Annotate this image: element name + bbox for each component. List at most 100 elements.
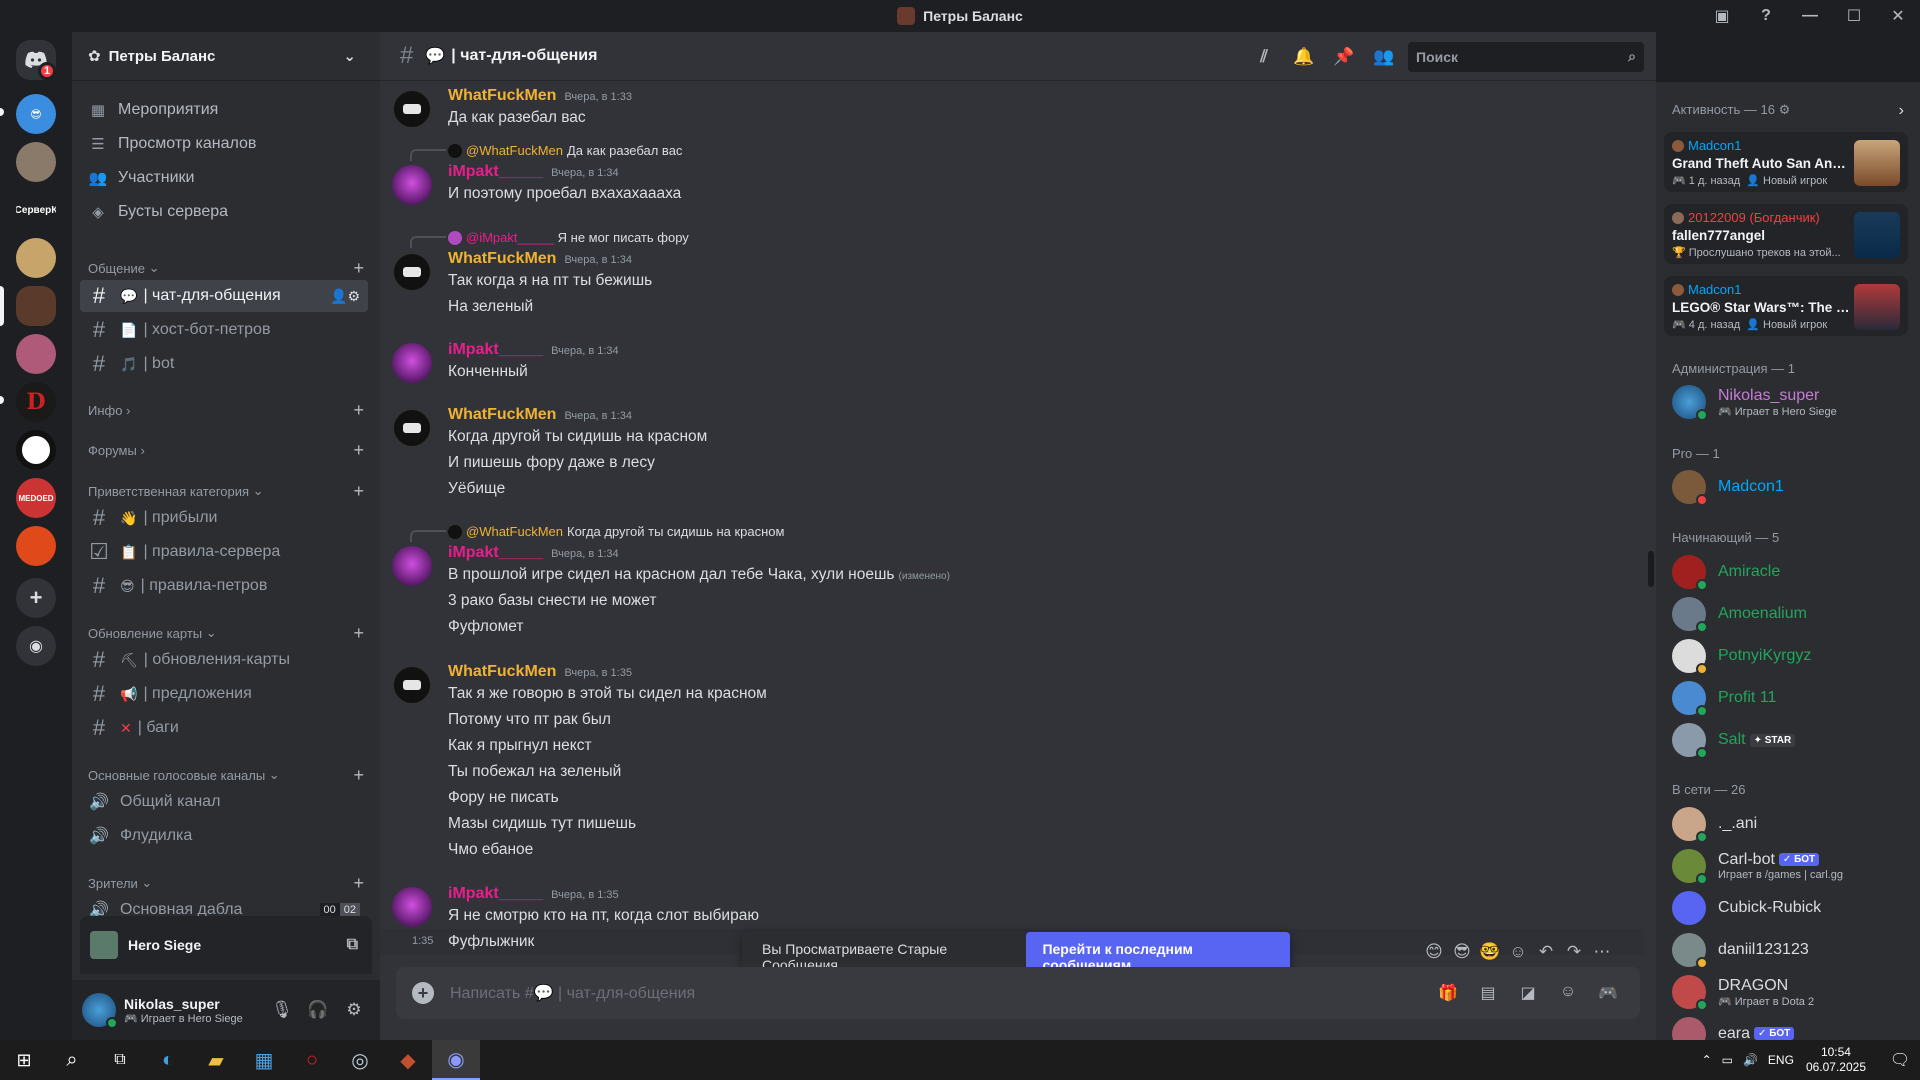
chevron-up-icon[interactable]: ⌃: [1702, 1053, 1712, 1067]
member-item[interactable]: Carl-bot ✓ БОТ Играет в /games | carl.gg: [1672, 846, 1912, 886]
server-icon-2[interactable]: [16, 142, 56, 182]
message-author[interactable]: iMpakt_____ Вчера, в 1:34: [448, 163, 619, 181]
edge-icon[interactable]: ◐: [144, 1040, 192, 1080]
gear-icon[interactable]: ⚙: [336, 1000, 372, 1020]
discover-icon[interactable]: ◉: [16, 626, 56, 666]
reply-icon[interactable]: ↶: [1532, 942, 1560, 962]
headphones-icon[interactable]: 🎧: [300, 1000, 336, 1020]
member-item[interactable]: Salt ✦ STAR: [1672, 720, 1912, 760]
minimize-button[interactable]: —: [1788, 0, 1832, 32]
nav-boosts[interactable]: ◈ Бусты сервера: [88, 196, 368, 228]
more-icon[interactable]: ⋯: [1588, 942, 1616, 962]
member-list-icon[interactable]: 👥: [1364, 47, 1404, 67]
sticker-icon[interactable]: ◪: [1508, 983, 1548, 1003]
add-channel-icon[interactable]: +: [353, 400, 364, 421]
discord-taskbar-icon[interactable]: ◉: [432, 1040, 480, 1080]
add-channel-icon[interactable]: +: [353, 258, 364, 279]
pin-icon[interactable]: 📌: [1324, 47, 1364, 67]
add-channel-icon[interactable]: +: [353, 623, 364, 644]
add-channel-icon[interactable]: +: [353, 481, 364, 502]
add-channel-icon[interactable]: +: [353, 440, 364, 461]
steam-icon[interactable]: ◎: [336, 1040, 384, 1080]
reply-preview[interactable]: @WhatFuckMen Когда другой ты сидишь на кр…: [448, 524, 784, 539]
message-author[interactable]: iMpakt_____ Вчера, в 1:35: [448, 885, 619, 903]
avatar[interactable]: [392, 408, 432, 448]
avatar[interactable]: [392, 343, 432, 383]
server-icon-8[interactable]: [16, 430, 56, 470]
avatar[interactable]: [392, 546, 432, 586]
file-explorer-icon[interactable]: ▰: [192, 1040, 240, 1080]
avatar[interactable]: [392, 89, 432, 129]
search-input[interactable]: Поиск ⌕: [1408, 41, 1644, 72]
member-item[interactable]: Cubick-Rubick: [1672, 888, 1912, 928]
clock[interactable]: 10:54 06.07.2025: [1806, 1045, 1866, 1075]
gif-icon[interactable]: ▤: [1468, 983, 1508, 1003]
reply-preview[interactable]: @iMpakt_____ Я не мог писать фору: [448, 230, 689, 245]
reaction-smile-icon[interactable]: 😊: [1420, 942, 1448, 962]
server-icon-3[interactable]: СерверК: [16, 190, 56, 230]
add-reaction-icon[interactable]: ☺: [1504, 942, 1532, 962]
avatar[interactable]: [392, 252, 432, 292]
member-item[interactable]: Madcon1: [1672, 467, 1912, 507]
reaction-nerd-icon[interactable]: 🤓: [1476, 942, 1504, 962]
category-welcome[interactable]: Приветственная категория ⌄ +: [88, 481, 364, 501]
message-author[interactable]: iMpakt_____ Вчера, в 1:34: [448, 341, 619, 359]
category-viewers[interactable]: Зрители ⌄ +: [88, 873, 364, 893]
server-icon-9[interactable]: MEDOED: [16, 478, 56, 518]
voice-flood[interactable]: 🔊 Флудилка: [80, 820, 368, 852]
scrollbar[interactable]: [1648, 551, 1654, 587]
message-author[interactable]: WhatFuckMen Вчера, в 1:34: [448, 250, 632, 268]
windows-start-icon[interactable]: ⊞: [0, 1040, 48, 1080]
category-info[interactable]: Инфо › +: [88, 400, 364, 420]
activity-icon[interactable]: 🎮: [1588, 983, 1628, 1003]
channel-map-updates[interactable]: # ⛏ | обновления-карты: [80, 644, 368, 676]
inbox-icon[interactable]: ▣: [1700, 0, 1744, 32]
server-icon-10[interactable]: [16, 526, 56, 566]
member-item[interactable]: PotnyiKyrgyz: [1672, 636, 1912, 676]
avatar[interactable]: [392, 665, 432, 705]
activity-card[interactable]: Madcon1 LEGO® Star Wars™: The Sk... 🎮 4 …: [1664, 276, 1908, 336]
member-item[interactable]: Amiracle: [1672, 552, 1912, 592]
activity-card[interactable]: Madcon1 Grand Theft Auto San Andr... 🎮 1…: [1664, 132, 1908, 192]
game-app-icon[interactable]: ◆: [384, 1040, 432, 1080]
server-icon-petry-balans[interactable]: [16, 286, 56, 326]
member-item[interactable]: DRAGON 🎮 Играет в Dota 2: [1672, 972, 1912, 1012]
avatar[interactable]: [392, 887, 432, 927]
channel-bugs[interactable]: # ✕ | баги: [80, 712, 368, 744]
channel-arrivals[interactable]: # 👋 | прибыли: [80, 502, 368, 534]
invite-settings-icon[interactable]: 👤⚙: [330, 288, 360, 305]
member-item[interactable]: eara ✓ БОТ: [1672, 1014, 1912, 1040]
add-server-icon[interactable]: +: [16, 578, 56, 618]
category-voice[interactable]: Основные голосовые каналы ⌄ +: [88, 765, 364, 785]
microphone-icon[interactable]: 🎙: [264, 1000, 300, 1020]
channel-bot[interactable]: # 🎵 | bot: [80, 348, 368, 380]
avatar[interactable]: [392, 165, 432, 205]
screen-share-icon[interactable]: ⧉: [347, 936, 358, 954]
category-map[interactable]: Обновление карты ⌄ +: [88, 623, 364, 643]
member-item[interactable]: Amoenalium: [1672, 594, 1912, 634]
reply-preview[interactable]: @WhatFuckMen Да как разебал вас: [448, 143, 682, 158]
language-indicator[interactable]: ENG: [1768, 1053, 1794, 1067]
category-talk[interactable]: Общение ⌄ +: [88, 258, 364, 278]
add-attachment-icon[interactable]: +: [412, 982, 434, 1004]
nav-browse-channels[interactable]: ☰ Просмотр каналов: [88, 128, 368, 160]
add-channel-icon[interactable]: +: [353, 873, 364, 894]
nav-members[interactable]: 👥 Участники: [88, 162, 368, 194]
threads-icon[interactable]: ⫽: [1244, 47, 1284, 67]
channel-host[interactable]: # 📄 | хост-бот-петров: [80, 314, 368, 346]
message-author[interactable]: WhatFuckMen Вчера, в 1:35: [448, 663, 632, 681]
channel-rules-petrov[interactable]: # 😎 | правила-петров: [80, 570, 368, 602]
maximize-button[interactable]: ☐: [1832, 0, 1876, 32]
emoji-icon[interactable]: ☺: [1548, 983, 1588, 1003]
chevron-right-icon[interactable]: ›: [1899, 102, 1904, 120]
opera-icon[interactable]: ○: [288, 1040, 336, 1080]
member-item[interactable]: Profit 11: [1672, 678, 1912, 718]
activity-card[interactable]: 20122009 (Богданчик) fallen777angel 🏆 Пр…: [1664, 204, 1908, 264]
channel-chat[interactable]: # 💬 | чат-для-общения 👤⚙: [80, 280, 368, 312]
search-icon[interactable]: ⌕: [48, 1040, 96, 1080]
server-icon-4[interactable]: [16, 238, 56, 278]
message-author[interactable]: WhatFuckMen Вчера, в 1:34: [448, 406, 632, 424]
forward-icon[interactable]: ↷: [1560, 942, 1588, 962]
guild-header[interactable]: ✿ Петры Баланс ⌄: [72, 32, 380, 81]
message-author[interactable]: WhatFuckMen Вчера, в 1:33: [448, 87, 632, 105]
